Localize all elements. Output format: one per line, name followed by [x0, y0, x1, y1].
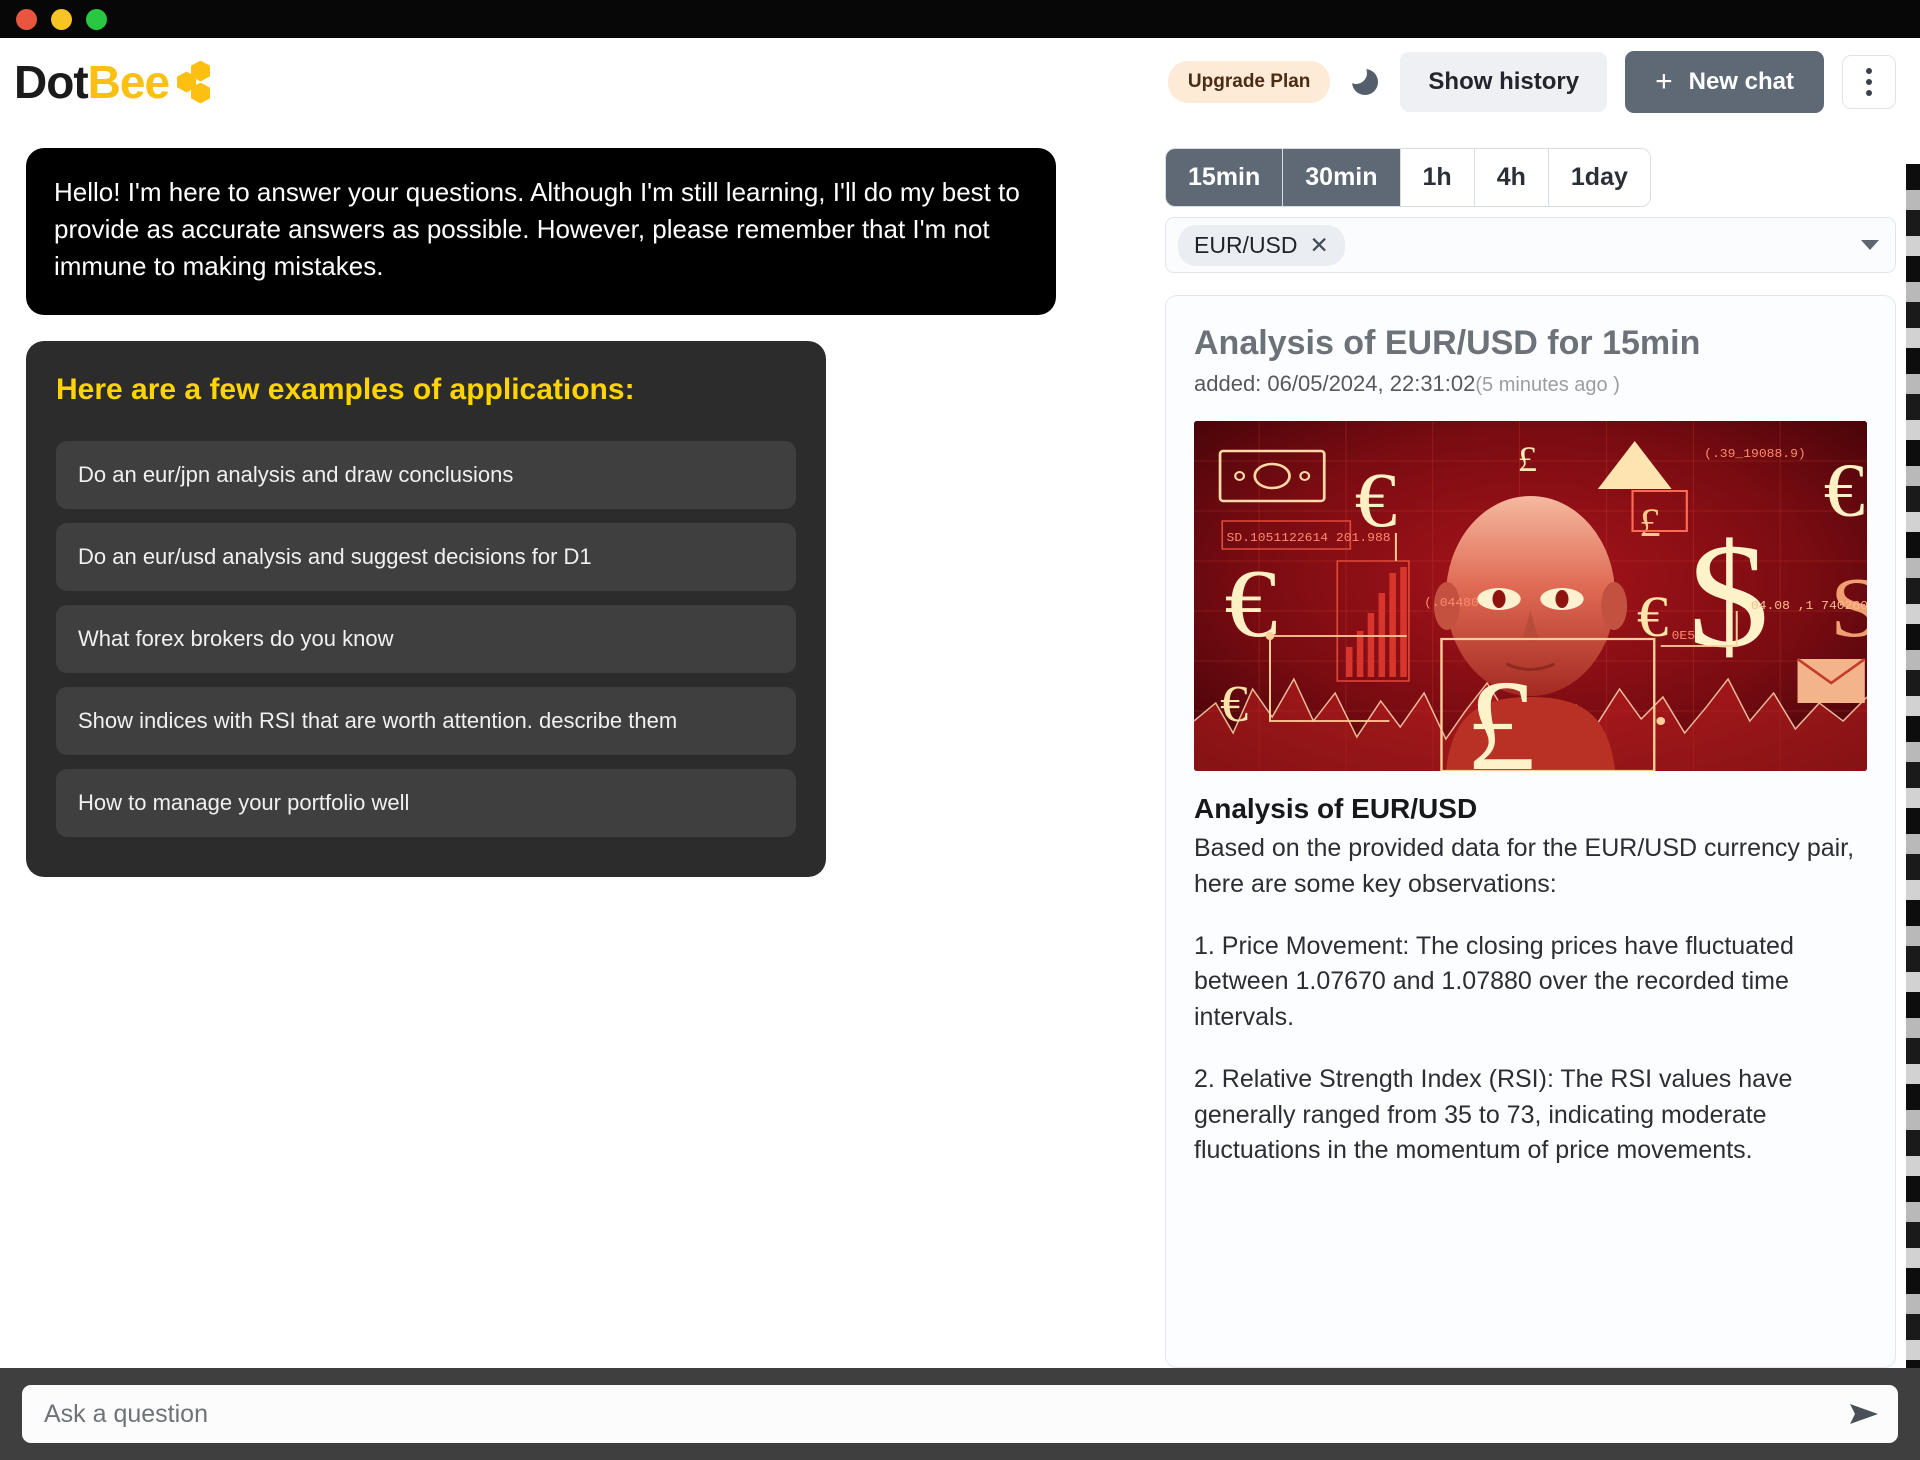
maximize-window-button[interactable]	[86, 8, 107, 30]
svg-text:£: £	[1465, 654, 1536, 771]
svg-text:04.08 ,1 740260: 04.08 ,1 740260	[1751, 599, 1867, 612]
honeycomb-icon	[177, 59, 223, 105]
analysis-paragraph-rsi: 2. Relative Strength Index (RSI): The RS…	[1194, 1064, 1793, 1165]
timeframe-tab-15min[interactable]: 15min	[1166, 149, 1284, 206]
added-prefix: added:	[1194, 371, 1268, 396]
send-arrow-icon[interactable]	[1846, 1400, 1882, 1428]
example-prompt-4[interactable]: Show indices with RSI that are worth att…	[56, 686, 796, 755]
pair-chip-eurusd[interactable]: EUR/USD ✕	[1178, 224, 1345, 266]
plus-icon: +	[1655, 64, 1673, 98]
header-actions: Upgrade Plan Show history + New chat	[1167, 50, 1896, 113]
logo-text-dot: Dot	[14, 55, 89, 108]
currency-pair-select[interactable]: EUR/USD ✕	[1165, 217, 1896, 273]
app-window: Dot Bee Upgrade Plan Show history + New c…	[0, 0, 1920, 1460]
example-prompt-3[interactable]: What forex brokers do you know	[56, 604, 796, 673]
timeframe-tabs: 15min 30min 1h 4h 1day	[1165, 148, 1651, 207]
svg-text:£: £	[1639, 502, 1661, 546]
svg-text:$: $	[1688, 513, 1769, 679]
added-datetime: 06/05/2024, 22:31:02	[1267, 371, 1476, 396]
theme-toggle-button[interactable]	[1345, 61, 1382, 99]
chat-column: Hello! I'm here to answer your questions…	[0, 126, 1165, 1368]
timeframe-tab-1day[interactable]: 1day	[1548, 149, 1650, 206]
forex-ai-illustration-graphic: € € € € € $ S £ £ £ SD.10511	[1194, 421, 1867, 771]
analysis-card: Analysis of EUR/USD for 15min added: 06/…	[1165, 295, 1896, 1368]
example-prompt-2[interactable]: Do an eur/usd analysis and suggest decis…	[56, 522, 796, 591]
svg-text:(.39_19088.9): (.39_19088.9)	[1704, 447, 1806, 460]
example-prompt-1[interactable]: Do an eur/jpn analysis and draw conclusi…	[56, 440, 796, 509]
logo-text-bee: Bee	[87, 55, 170, 108]
examples-title: Here are a few examples of applications:	[56, 372, 635, 406]
analysis-paragraph-intro: Based on the provided data for the EUR/U…	[1194, 834, 1855, 898]
traffic-lights	[16, 8, 107, 30]
app-logo[interactable]: Dot Bee	[14, 55, 223, 109]
assistant-greeting-bubble: Hello! I'm here to answer your questions…	[26, 148, 1056, 315]
new-chat-button[interactable]: + New chat	[1625, 50, 1824, 113]
kebab-menu-icon	[1866, 67, 1872, 74]
main-body: Hello! I'm here to answer your questions…	[0, 126, 1920, 1368]
added-relative: (5 minutes ago )	[1475, 374, 1620, 396]
svg-text:0E5: 0E5	[1672, 629, 1695, 642]
timeframe-tab-1h[interactable]: 1h	[1400, 149, 1475, 206]
analysis-illustration: € € € € € $ S £ £ £ SD.10511	[1194, 421, 1867, 771]
timeframe-tab-4h[interactable]: 4h	[1474, 149, 1549, 206]
question-input[interactable]	[22, 1385, 1898, 1443]
svg-text:£: £	[1517, 440, 1537, 479]
close-window-button[interactable]	[16, 8, 37, 30]
analysis-card-title: Analysis of EUR/USD for 15min	[1194, 324, 1701, 362]
analysis-timestamp: added: 06/05/2024, 22:31:02(5 minutes ag…	[1194, 371, 1867, 397]
moon-icon	[1345, 61, 1379, 95]
svg-text:€: €	[1355, 456, 1397, 543]
analysis-column: 15min 30min 1h 4h 1day EUR/USD ✕ Analysi…	[1165, 126, 1920, 1368]
new-chat-label: New chat	[1688, 67, 1794, 95]
svg-text:(.04480: (.04480	[1424, 596, 1479, 609]
analysis-paragraph-price-movement: 1. Price Movement: The closing prices ha…	[1194, 931, 1794, 1032]
example-prompt-5[interactable]: How to manage your portfolio well	[56, 768, 796, 837]
composer-input-wrap	[22, 1385, 1898, 1443]
pair-chip-label: EUR/USD	[1194, 231, 1298, 258]
chevron-down-icon[interactable]	[1861, 240, 1879, 250]
overflow-menu-button[interactable]	[1842, 54, 1896, 109]
examples-panel: Here are a few examples of applications:…	[26, 340, 826, 877]
message-composer	[0, 1368, 1920, 1460]
app-header: Dot Bee Upgrade Plan Show history + New c…	[0, 38, 1920, 126]
background-window-sliver	[1906, 164, 1920, 1368]
svg-text:€: €	[1824, 449, 1865, 533]
upgrade-plan-button[interactable]: Upgrade Plan	[1167, 60, 1331, 103]
show-history-button[interactable]: Show history	[1400, 51, 1608, 112]
close-icon[interactable]: ✕	[1310, 232, 1329, 259]
svg-text:€: €	[1220, 675, 1248, 732]
svg-text:SD.1051122614 201.988: SD.1051122614 201.988	[1227, 531, 1391, 544]
analysis-body-heading: Analysis of EUR/USD	[1194, 793, 1478, 824]
window-titlebar	[0, 0, 1920, 38]
timeframe-tab-30min[interactable]: 30min	[1283, 149, 1401, 206]
minimize-window-button[interactable]	[51, 8, 72, 30]
